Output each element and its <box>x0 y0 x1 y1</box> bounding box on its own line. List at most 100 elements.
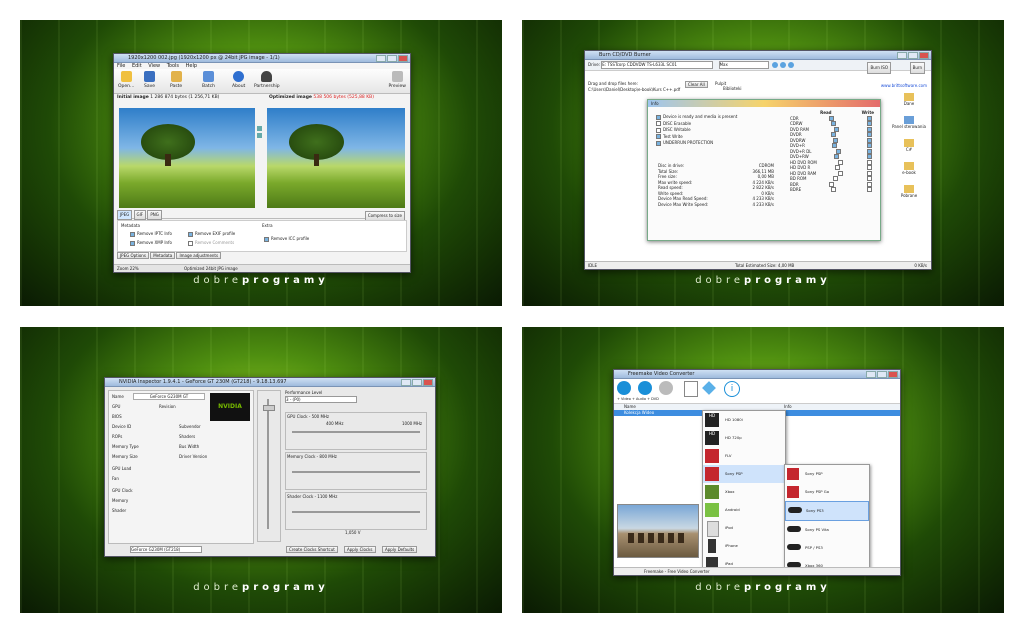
toolbar: i + Video + Audio + DVD <box>614 379 900 404</box>
gpu-select[interactable]: GeForce G230M (GT218) <box>130 546 202 553</box>
playstation-icon <box>787 486 799 498</box>
memory-clock-slider[interactable] <box>292 471 420 473</box>
close-button[interactable] <box>888 371 898 378</box>
apply-defaults-button[interactable]: Apply Defaults <box>382 546 418 553</box>
add-video-icon[interactable] <box>617 381 631 395</box>
dialog-checks: Device is ready and media is present DIS… <box>656 114 737 147</box>
refresh-icon[interactable] <box>771 62 778 68</box>
paste-url-icon[interactable] <box>702 381 716 395</box>
menu-item-hd720[interactable]: HD HD 720p <box>703 429 785 447</box>
add-dvd-icon[interactable] <box>659 381 673 395</box>
menu-item-psp[interactable]: Sony PSP <box>703 465 785 483</box>
dialog-title: Info <box>648 100 880 107</box>
close-button[interactable] <box>423 379 433 386</box>
apply-clocks-button[interactable]: Apply Clocks <box>344 546 376 553</box>
field-gpu-clock: GPU Clock <box>112 488 133 493</box>
drive-label: Drive: <box>588 62 601 67</box>
menu-item-android[interactable]: Android <box>703 501 785 519</box>
close-button[interactable] <box>398 55 408 62</box>
partnership-button[interactable]: Partnership <box>254 71 280 89</box>
memory-clock-group: Memory Clock - 800 MHz <box>285 452 427 490</box>
status-zoom: Zoom 22% <box>117 266 139 271</box>
submenu-item[interactable]: Sony PS Vita <box>785 521 869 539</box>
maximize-button[interactable] <box>387 55 397 62</box>
shader-clock-slider[interactable] <box>292 511 420 513</box>
menu-item-hd1080[interactable]: HD HD 1080i <box>703 411 785 429</box>
drive-select[interactable]: E: TSSTcorp CDDVDW TS-L633L SC01 <box>601 61 714 69</box>
batch-button[interactable]: Batch <box>202 71 215 89</box>
check-remove-xmp[interactable]: Remove XMP Info <box>130 240 172 246</box>
window-titlebar: 1920x1200 002.jpg (1920x1200 px @ 24bit … <box>114 54 410 63</box>
tab-metadata[interactable]: Metadata <box>150 252 176 259</box>
folder-item[interactable]: Panel sterowania <box>891 116 927 129</box>
save-button[interactable]: Save <box>144 71 155 89</box>
close-button[interactable] <box>919 52 929 59</box>
nvidia-logo: NVIDIA <box>210 393 250 421</box>
sync-icon[interactable] <box>257 126 262 131</box>
add-audio-icon[interactable] <box>638 381 652 395</box>
maximize-button[interactable] <box>908 52 918 59</box>
add-photo-icon[interactable] <box>684 381 698 397</box>
gpu-clock-title: GPU Clock - 500 MHz <box>287 414 330 419</box>
preview-button[interactable]: Preview <box>388 71 406 89</box>
field-memory: Memory <box>112 498 129 503</box>
perf-level-select[interactable]: 3 - (P0) <box>285 396 357 403</box>
window-titlebar: NVIDIA Inspector 1.9.4.1 - GeForce GT 23… <box>105 378 435 387</box>
folder-item[interactable]: C# <box>891 139 927 152</box>
maximize-button[interactable] <box>877 371 887 378</box>
drive-toolbar: Drive: E: TSSTcorp CDDVDW TS-L633L SC01 … <box>585 60 931 74</box>
submenu-item-selected[interactable]: Sony PS3 <box>785 501 869 521</box>
tab-gif[interactable]: GIF <box>133 210 147 220</box>
menu-item-xbox[interactable]: Xbox <box>703 483 785 501</box>
folder-item[interactable]: e-book <box>891 162 927 175</box>
minimize-button[interactable] <box>866 371 876 378</box>
submenu-item[interactable]: Sony PSP <box>785 465 869 483</box>
tab-jpeg-options[interactable]: JPEG Options <box>117 252 149 259</box>
check-remove-exif[interactable]: Remove EXIF profile <box>188 231 235 237</box>
disc-info-list: Disc in drive: CDROM Total Size: 366,11 MB… <box>656 162 776 207</box>
slider-handle[interactable] <box>263 405 275 411</box>
about-button[interactable]: About <box>232 71 245 89</box>
status-bar: Freemake - Free Video Converter <box>614 567 900 575</box>
check-remove-icc[interactable]: Remove ICC profile <box>264 236 309 242</box>
submenu-item[interactable]: Sony PSP Go <box>785 483 869 501</box>
check-remove-comments[interactable]: Remove Comments <box>188 240 234 246</box>
gpu-clock-slider[interactable] <box>292 431 420 433</box>
tree-item-libraries[interactable]: Biblioteki <box>723 86 742 91</box>
check-remove-iptc[interactable]: Remove IPTC Info <box>130 231 172 237</box>
psp-submenu: Sony PSP Sony PSP Go Sony PS3 Sony PS Vi… <box>784 464 870 575</box>
burner-window: Burn CD/DVD Burner Drive: E: TSSTcorp CD… <box>584 50 932 270</box>
info-icon[interactable]: i <box>724 381 740 397</box>
open-button[interactable]: Open... <box>118 71 134 89</box>
clear-all-button[interactable]: Clear All <box>685 81 708 88</box>
submenu-item[interactable]: PSP / PS3 <box>785 539 869 557</box>
burn-button[interactable]: Burn <box>909 62 925 74</box>
horses-silhouette <box>628 533 684 543</box>
minimize-button[interactable] <box>376 55 386 62</box>
website-link[interactable]: www.brittsoftware.com <box>881 83 927 88</box>
menu-item-iphone[interactable]: iPhone <box>703 537 785 555</box>
panel-cd-burner: Burn CD/DVD Burner Drive: E: TSSTcorp CD… <box>522 20 1004 306</box>
maximize-button[interactable] <box>412 379 422 386</box>
folder-item[interactable]: Pobrane <box>891 185 927 198</box>
paste-button[interactable]: Paste <box>170 71 182 89</box>
zoom-icon[interactable] <box>257 133 262 138</box>
tab-image-adjustments[interactable]: Image adjustments <box>176 252 222 259</box>
speed-select[interactable]: Max <box>718 61 769 69</box>
tab-jpeg[interactable]: JPEG <box>117 210 133 220</box>
status-info: Optimized 24bit JPG image <box>184 266 238 271</box>
menu-item-flv[interactable]: FLV <box>703 447 785 465</box>
eject-icon[interactable] <box>780 62 787 68</box>
info-icon[interactable] <box>788 62 795 68</box>
tab-png[interactable]: PNG <box>147 210 162 220</box>
menu-item-ipod[interactable]: iPod <box>703 519 785 537</box>
field-device-id: Device ID <box>112 424 132 429</box>
minimize-button[interactable] <box>897 52 907 59</box>
status-size: Total Estimated Size: 4,00 MB <box>735 263 795 268</box>
minimize-button[interactable] <box>401 379 411 386</box>
burn-iso-button[interactable]: Burn ISO <box>867 62 891 74</box>
check-underrun[interactable]: UNDERRUN PROTECTION <box>656 140 737 147</box>
folder-item[interactable]: Dane <box>891 93 927 106</box>
create-shortcut-button[interactable]: Create Clocks Shortcut <box>286 546 338 553</box>
fan-slider[interactable] <box>257 390 281 542</box>
